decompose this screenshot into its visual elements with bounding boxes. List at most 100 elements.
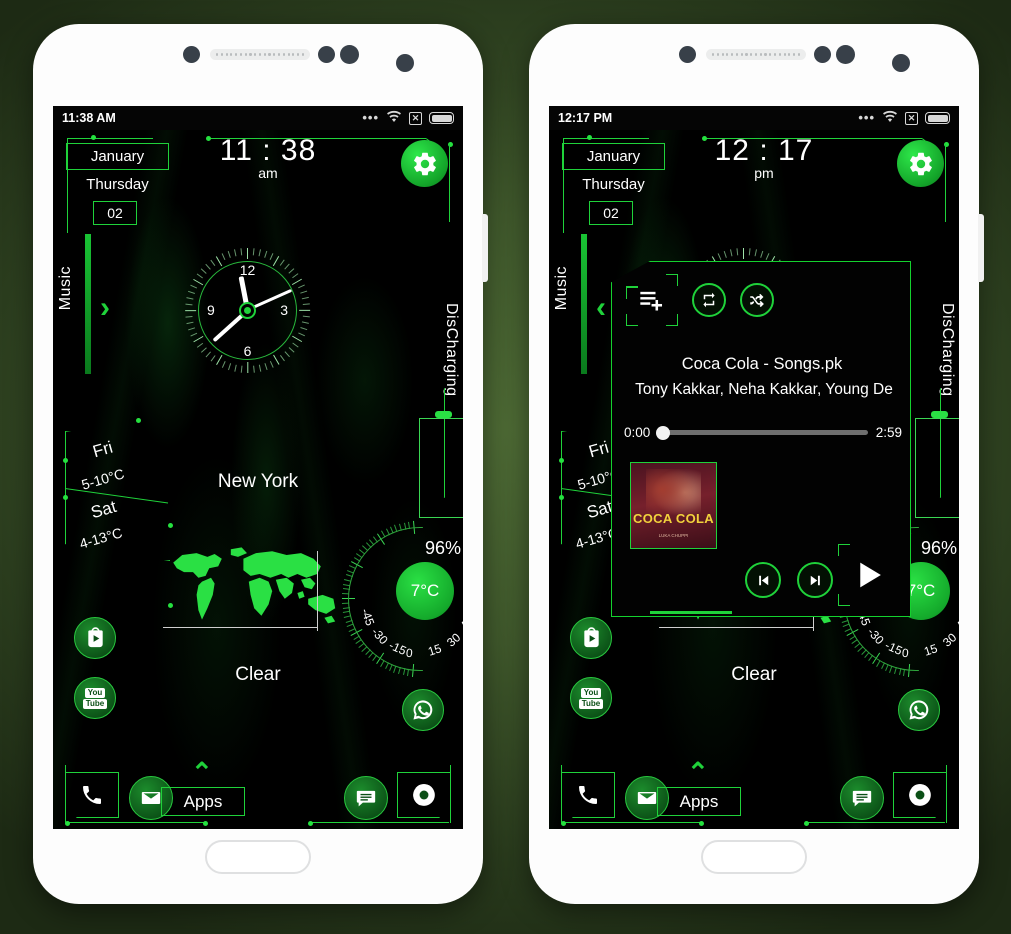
home-button[interactable] bbox=[205, 840, 311, 874]
overflow-dots-icon: ••• bbox=[362, 110, 379, 125]
album-art-subtitle: LUKA CHUPPI bbox=[658, 533, 689, 539]
clock-tick bbox=[227, 363, 231, 371]
clock-tick bbox=[210, 259, 216, 266]
music-tab-chevron-icon[interactable]: ‹ bbox=[596, 293, 606, 323]
album-art[interactable]: COCA COLA LUKA CHUPPI bbox=[630, 462, 717, 549]
battery-cap bbox=[435, 411, 452, 418]
battery-body bbox=[419, 418, 463, 518]
battery-icon bbox=[429, 112, 454, 124]
chrome-icon[interactable] bbox=[893, 772, 947, 818]
frame-node bbox=[91, 135, 96, 140]
frame-line bbox=[563, 138, 649, 140]
clock-tick bbox=[717, 253, 722, 261]
playlist-add-icon[interactable] bbox=[626, 274, 678, 326]
weekday-label: Thursday bbox=[86, 176, 149, 193]
phone-icon[interactable] bbox=[561, 772, 615, 818]
wifi-icon bbox=[386, 110, 402, 126]
apps-drawer-button[interactable]: Apps bbox=[161, 787, 245, 816]
clock-tick bbox=[292, 273, 299, 279]
track-artist: Tony Kakkar, Neha Kakkar, Young De bbox=[635, 381, 893, 398]
no-sim-icon: ✕ bbox=[409, 111, 422, 125]
clock-tick bbox=[272, 256, 280, 267]
phone-screen-left[interactable]: 11:38 AM ••• ✕ January Thursday 02 11 : 38 am Mu… bbox=[53, 106, 463, 829]
clock-tick bbox=[185, 309, 197, 312]
messages-icon[interactable] bbox=[840, 776, 884, 820]
youtube-label-top: You bbox=[84, 687, 106, 698]
music-tab-chevron-icon[interactable]: › bbox=[100, 293, 110, 323]
seek-bar-row[interactable]: 0:00 2:59 bbox=[624, 425, 902, 440]
play-store-icon[interactable] bbox=[74, 617, 116, 659]
home-button[interactable] bbox=[701, 840, 807, 874]
digital-clock-time: 11 : 38 bbox=[219, 134, 317, 167]
phone-screen-right[interactable]: 12:17 PM ••• ✕ January Thursday 02 12 : 17 pm Mu… bbox=[549, 106, 959, 829]
apps-chevron-up-icon: ⌃ bbox=[687, 757, 709, 787]
earpiece-speaker bbox=[210, 49, 310, 60]
digital-clock-widget[interactable]: 12 : 17 pm bbox=[699, 134, 829, 181]
music-tab-bar bbox=[85, 234, 91, 374]
music-player-panel[interactable]: Coca Cola - Songs.pk Tony Kakkar, Neha Ka… bbox=[611, 261, 911, 617]
clock-tick bbox=[272, 354, 280, 365]
phone-icon[interactable] bbox=[65, 772, 119, 818]
temperature-gauge-widget[interactable]: -45-30-1501530457°C bbox=[340, 504, 463, 694]
play-store-icon[interactable] bbox=[570, 617, 612, 659]
clock-number: 3 bbox=[280, 302, 288, 318]
overflow-dots-icon: ••• bbox=[858, 110, 875, 125]
clock-tick bbox=[297, 284, 305, 289]
youtube-icon[interactable]: You Tube bbox=[570, 677, 612, 719]
album-art-title: COCA COLA bbox=[633, 511, 714, 526]
clock-tick bbox=[233, 364, 237, 372]
proximity-sensor bbox=[183, 46, 200, 63]
apps-chevron-up-icon: ⌃ bbox=[191, 757, 213, 787]
clock-tick bbox=[185, 315, 193, 318]
front-camera bbox=[396, 54, 414, 72]
battery-status-label: DisCharging bbox=[443, 303, 460, 397]
day-number: 02 bbox=[93, 201, 137, 225]
seek-knob[interactable] bbox=[656, 425, 671, 440]
shuffle-icon[interactable] bbox=[740, 283, 774, 317]
clock-tick bbox=[292, 342, 299, 348]
digital-clock-widget[interactable]: 11 : 38 am bbox=[203, 134, 333, 181]
chrome-icon[interactable] bbox=[397, 772, 451, 818]
messages-icon[interactable] bbox=[344, 776, 388, 820]
repeat-icon[interactable] bbox=[692, 283, 726, 317]
gauge-label: 0 bbox=[901, 645, 910, 661]
power-button[interactable] bbox=[482, 214, 488, 282]
battery-cap bbox=[931, 411, 948, 418]
earpiece-speaker bbox=[706, 49, 806, 60]
wifi-icon bbox=[882, 110, 898, 126]
analog-clock-widget[interactable]: 12369 bbox=[185, 248, 311, 373]
clock-tick bbox=[723, 250, 727, 258]
secondary-sensor bbox=[340, 45, 359, 64]
clock-tick bbox=[748, 248, 751, 256]
clock-tick bbox=[190, 284, 198, 289]
status-bar: 11:38 AM ••• ✕ bbox=[53, 106, 463, 130]
gauge-label: 30 bbox=[444, 629, 463, 650]
weather-forecast-widget[interactable]: Fri 5-10°C Sat 4-13°C bbox=[64, 431, 170, 561]
play-icon[interactable] bbox=[838, 544, 900, 606]
clock-tick bbox=[279, 355, 285, 362]
no-sim-icon: ✕ bbox=[905, 111, 918, 125]
apps-drawer-button[interactable]: Apps bbox=[657, 787, 741, 816]
battery-widget[interactable]: 96% bbox=[915, 411, 959, 558]
gear-icon[interactable] bbox=[897, 140, 944, 187]
youtube-label-bottom: Tube bbox=[578, 698, 604, 709]
frame-node bbox=[203, 821, 208, 826]
whatsapp-icon[interactable] bbox=[402, 689, 444, 731]
whatsapp-icon[interactable] bbox=[898, 689, 940, 731]
seek-bar[interactable] bbox=[656, 425, 868, 440]
clock-tick bbox=[279, 259, 285, 266]
battery-widget[interactable]: 96% bbox=[419, 411, 463, 558]
frame-node bbox=[699, 821, 704, 826]
power-button[interactable] bbox=[978, 214, 984, 282]
music-tab-label[interactable]: Music bbox=[57, 266, 75, 310]
music-tab-label[interactable]: Music bbox=[553, 266, 571, 310]
corner-accent bbox=[666, 314, 678, 326]
gear-icon[interactable] bbox=[401, 140, 448, 187]
clock-tick bbox=[300, 290, 308, 294]
clock-tick bbox=[252, 248, 255, 256]
youtube-icon[interactable]: You Tube bbox=[74, 677, 116, 719]
frame-line bbox=[65, 765, 67, 823]
skip-next-icon[interactable] bbox=[797, 562, 833, 598]
clock-tick bbox=[252, 365, 255, 373]
skip-previous-icon[interactable] bbox=[745, 562, 781, 598]
